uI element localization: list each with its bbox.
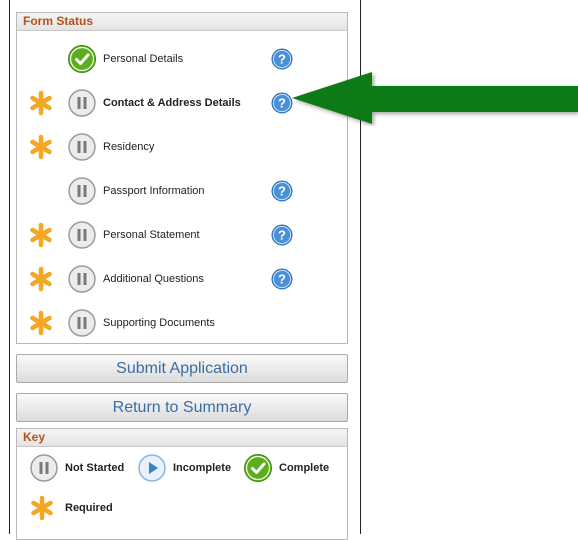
complete-icon [68,45,96,73]
not-started-icon [68,89,96,117]
svg-text:?: ? [278,96,286,111]
help-icon[interactable]: ? [271,180,293,202]
form-status-item-label[interactable]: Contact & Address Details [103,97,241,109]
form-status-item-label[interactable]: Supporting Documents [103,317,215,329]
form-status-item-label[interactable]: Additional Questions [103,273,204,285]
submit-application-button[interactable]: Submit Application [16,354,348,383]
help-icon[interactable]: ? [271,268,293,290]
return-to-summary-button[interactable]: Return to Summary [16,393,348,422]
svg-text:?: ? [278,228,286,243]
form-status-item-label[interactable]: Personal Statement [103,229,200,241]
required-asterisk-icon [31,495,53,521]
not-started-icon [68,265,96,293]
svg-text:?: ? [278,52,286,67]
form-status-title: Form Status [17,13,347,31]
form-status-item[interactable]: Residency [17,129,347,163]
form-status-item-label[interactable]: Residency [103,141,154,153]
not-started-icon [30,454,58,482]
svg-text:?: ? [278,184,286,199]
key-complete-label: Complete [279,462,330,474]
not-started-icon [68,309,96,337]
form-status-item-label[interactable]: Personal Details [103,53,183,65]
key-title: Key [17,429,347,447]
required-asterisk-icon [30,310,52,336]
required-asterisk-icon [30,222,52,248]
complete-icon [244,454,272,482]
green-arrow-pointer [292,72,578,124]
form-status-panel: Form Status Personal Details? Contact & A… [16,12,348,344]
form-status-item[interactable]: Passport Information? [17,173,347,207]
key-incomplete-label: Incomplete [173,462,232,474]
incomplete-icon [138,454,166,482]
key-panel: Key Not Started Incomplete Complete Requ… [16,428,348,540]
key-required-label: Required [65,502,113,514]
required-asterisk-icon [30,134,52,160]
form-status-item-label[interactable]: Passport Information [103,185,205,197]
not-started-icon [68,133,96,161]
help-icon[interactable]: ? [271,224,293,246]
svg-text:?: ? [278,272,286,287]
panel-left-border [9,0,10,534]
required-asterisk-icon [30,90,52,116]
form-status-item[interactable]: Personal Statement? [17,217,347,251]
form-status-item[interactable]: Supporting Documents [17,305,347,339]
key-not-started-label: Not Started [65,462,125,474]
form-status-item[interactable]: Additional Questions? [17,261,347,295]
not-started-icon [68,221,96,249]
required-asterisk-icon [30,266,52,292]
not-started-icon [68,177,96,205]
